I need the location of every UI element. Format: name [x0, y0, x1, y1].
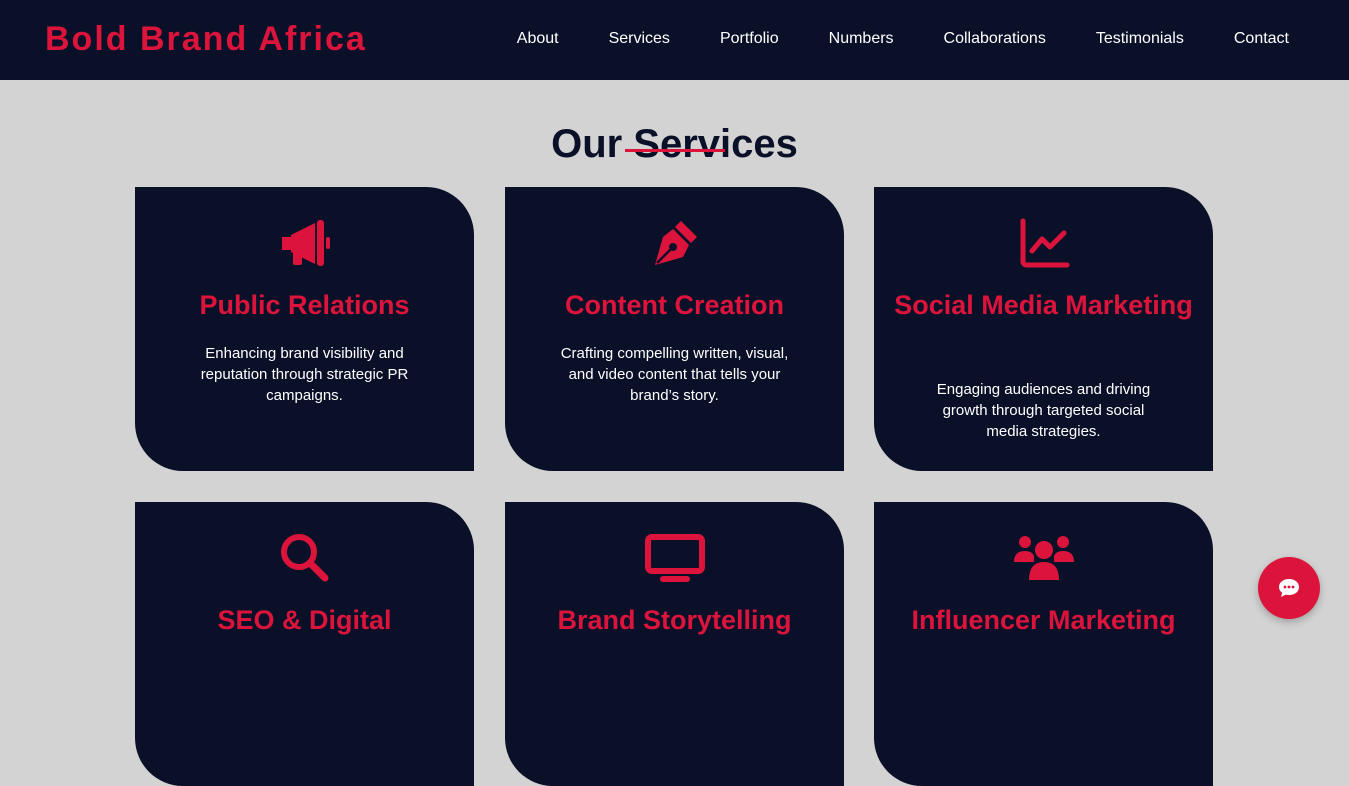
- search-icon: [135, 532, 474, 584]
- line-chart-icon: [874, 217, 1213, 269]
- service-title: Brand Storytelling: [557, 605, 792, 635]
- service-description: Enhancing brand visibility and reputatio…: [200, 345, 409, 404]
- navbar: Bold Brand Africa About Services Portfol…: [0, 0, 1349, 80]
- service-title: Content Creation: [565, 290, 784, 320]
- nav-link-services[interactable]: Services: [609, 30, 670, 48]
- service-description: Engaging audiences and driving growth th…: [936, 381, 1151, 440]
- users-icon: [874, 532, 1213, 584]
- service-title: Public Relations: [199, 290, 410, 320]
- title-underline: [625, 149, 725, 152]
- service-card-content-creation: Content Creation Crafting compelling wri…: [505, 187, 844, 471]
- nav-link-portfolio[interactable]: Portfolio: [720, 30, 779, 48]
- chat-bubble-icon: [1279, 579, 1299, 597]
- chat-button[interactable]: [1258, 557, 1320, 619]
- service-card-influencer-marketing: Influencer Marketing: [874, 502, 1213, 786]
- pen-nib-icon: [505, 217, 844, 269]
- service-title: Influencer Marketing: [911, 605, 1176, 635]
- nav-link-collaborations[interactable]: Collaborations: [944, 30, 1046, 48]
- service-card-brand-storytelling: Brand Storytelling: [505, 502, 844, 786]
- brand-logo[interactable]: Bold Brand Africa: [45, 20, 367, 59]
- service-title: Social Media Marketing: [894, 290, 1193, 320]
- service-card-seo-digital: SEO & Digital: [135, 502, 474, 786]
- nav-link-testimonials[interactable]: Testimonials: [1096, 30, 1184, 48]
- service-card-social-media-marketing: Social Media Marketing Engaging audience…: [874, 187, 1213, 471]
- nav-link-numbers[interactable]: Numbers: [829, 30, 894, 48]
- nav-links: About Services Portfolio Numbers Collabo…: [517, 30, 1289, 48]
- nav-link-about[interactable]: About: [517, 30, 559, 48]
- service-title: SEO & Digital: [217, 605, 392, 635]
- nav-link-contact[interactable]: Contact: [1234, 30, 1289, 48]
- monitor-icon: [505, 532, 844, 584]
- megaphone-icon: [135, 217, 474, 269]
- service-card-public-relations: Public Relations Enhancing brand visibil…: [135, 187, 474, 471]
- section-title: Our Services: [551, 122, 798, 167]
- service-description: Crafting compelling written, visual, and…: [560, 345, 789, 404]
